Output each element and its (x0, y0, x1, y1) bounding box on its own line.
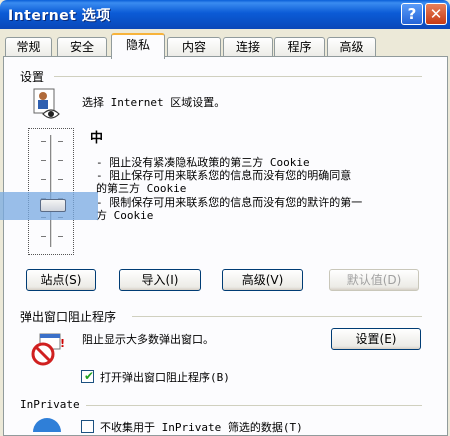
window-title: Internet 选项 (8, 8, 111, 24)
tab-privacy[interactable]: 隐私 (111, 33, 165, 59)
slider-tick (58, 236, 63, 237)
zone-settings-text: 选择 Internet 区域设置。 (82, 96, 226, 109)
slider-tick (58, 160, 63, 161)
popup-settings-button[interactable]: 设置(E) (331, 328, 421, 350)
slider-tick (41, 160, 46, 161)
help-button[interactable]: ? (401, 3, 423, 25)
popup-separator (132, 316, 422, 317)
tab-advanced[interactable]: 高级 (327, 37, 376, 57)
popup-blocker-checkbox[interactable]: ✔ (81, 369, 95, 383)
tab-connections[interactable]: 连接 (223, 37, 273, 57)
popup-group-label: 弹出窗口阻止程序 (20, 310, 117, 324)
popup-description: 阻止显示大多数弹出窗口。 (82, 333, 214, 346)
import-button[interactable]: 导入(I) (119, 269, 201, 291)
svg-text:!: ! (60, 337, 65, 350)
popup-blocker-icon: ! (31, 333, 65, 366)
settings-separator (54, 76, 422, 77)
slider-tick (41, 236, 46, 237)
slider-tick (58, 141, 63, 142)
inprivate-checkbox-label[interactable]: 不收集用于 InPrivate 筛选的数据(T) (100, 419, 303, 435)
tab-general[interactable]: 常规 (5, 37, 52, 57)
slider-track (50, 135, 53, 247)
tab-security[interactable]: 安全 (57, 37, 107, 57)
checkmark-icon: ✔ (84, 369, 95, 383)
settings-group-label: 设置 (20, 70, 45, 84)
tab-programs[interactable]: 程序 (274, 37, 325, 57)
inprivate-separator (86, 405, 422, 406)
privacy-description-line: 方 Cookie (96, 209, 154, 222)
slider-tick (41, 141, 46, 142)
tab-content[interactable]: 内容 (167, 37, 221, 57)
slider-tick (58, 179, 63, 180)
inprivate-group-label: InPrivate (20, 398, 80, 411)
inprivate-checkbox[interactable] (81, 420, 94, 433)
default-button[interactable]: 默认值(D) (329, 269, 419, 291)
advanced-button[interactable]: 高级(V) (222, 269, 303, 291)
zone-settings-icon (33, 88, 60, 119)
title-bar: Internet 选项 ? ✕ (0, 0, 450, 29)
privacy-level: 中 (90, 131, 104, 146)
slider-thumb[interactable] (40, 199, 66, 212)
slider-tick (41, 179, 46, 180)
sites-button[interactable]: 站点(S) (26, 269, 96, 291)
popup-blocker-checkbox-label[interactable]: 打开弹出窗口阻止程序(B) (100, 369, 230, 385)
close-button[interactable]: ✕ (425, 3, 447, 25)
